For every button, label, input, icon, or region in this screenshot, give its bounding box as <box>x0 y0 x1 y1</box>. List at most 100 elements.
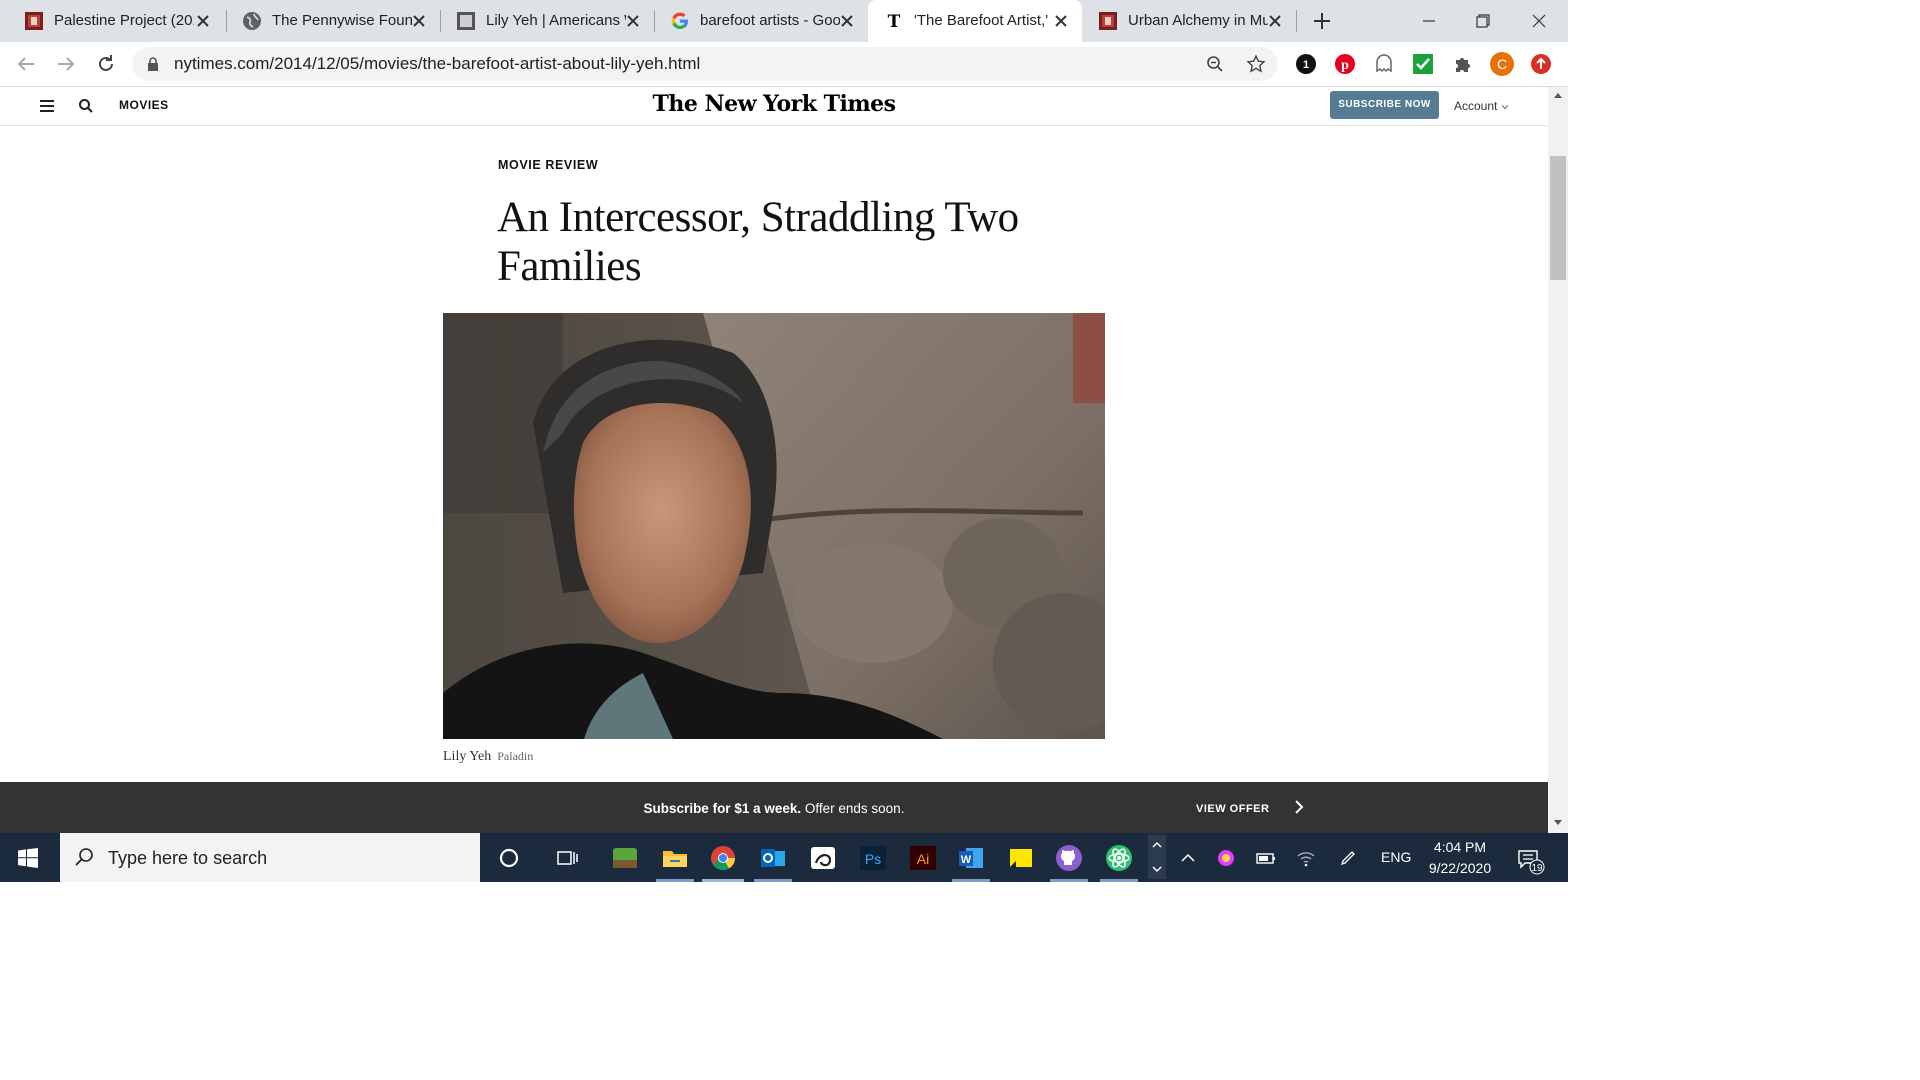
caption-text: Lily Yeh <box>443 749 492 764</box>
active-app-indicator <box>702 879 744 882</box>
scrollbar-thumb[interactable] <box>1550 156 1566 280</box>
windows-start-icon[interactable] <box>18 848 38 868</box>
nyt-header: MOVIES The New York Times SUBSCRIBE NOW … <box>0 87 1548 126</box>
color-app-tray-icon[interactable] <box>1216 848 1236 868</box>
running-indicator <box>1100 879 1138 882</box>
close-icon[interactable] <box>1052 12 1070 30</box>
cortana-icon[interactable] <box>494 843 524 873</box>
tab-separator <box>1296 10 1297 32</box>
address-bar[interactable]: nytimes.com/2014/12/05/movies/the-barefo… <box>132 47 1278 81</box>
scroll-up-arrow-icon[interactable] <box>1553 91 1563 99</box>
portrait-image <box>443 313 1105 739</box>
file-explorer-icon[interactable] <box>660 843 690 873</box>
puzzle-piece-icon[interactable] <box>1452 53 1474 75</box>
close-icon[interactable] <box>410 12 428 30</box>
snipping-tool-icon[interactable] <box>808 843 838 873</box>
reload-icon[interactable] <box>94 52 118 76</box>
nyt-favicon: T <box>888 12 901 31</box>
subscribe-banner[interactable]: Subscribe for $1 a week. Offer ends soon… <box>0 782 1548 833</box>
tab-title: Urban Alchemy in Mu <box>1128 12 1268 29</box>
taskbar-search-box[interactable]: Type here to search <box>60 833 480 882</box>
browser-toolbar: nytimes.com/2014/12/05/movies/the-barefo… <box>0 42 1568 87</box>
word-icon[interactable]: W <box>956 843 986 873</box>
vertical-scrollbar[interactable] <box>1548 87 1568 833</box>
url-text[interactable]: nytimes.com/2014/12/05/movies/the-barefo… <box>174 54 700 74</box>
profile-avatar[interactable]: C <box>1490 52 1514 76</box>
extension-badge-text: 1 <box>1303 59 1309 71</box>
red-square-favicon <box>1099 12 1117 30</box>
taskbar-scroll-arrows-icon[interactable] <box>1148 835 1166 879</box>
taskbar-search-placeholder: Type here to search <box>108 848 268 868</box>
view-offer-link[interactable]: VIEW OFFER <box>1196 803 1269 815</box>
back-arrow-icon[interactable] <box>14 52 38 76</box>
action-center-icon[interactable]: 19 <box>1516 845 1546 875</box>
tab-palestine-project[interactable]: Palestine Project (201 <box>8 0 224 42</box>
tab-urban-alchemy[interactable]: Urban Alchemy in Mu <box>1082 0 1296 42</box>
running-indicator <box>754 879 792 882</box>
account-menu[interactable]: Account <box>1454 99 1509 113</box>
svg-text:Ps: Ps <box>865 851 881 867</box>
notification-count: 19 <box>1531 863 1543 874</box>
tab-title: 'The Barefoot Artist,' <box>914 12 1049 29</box>
notification-badge-extension[interactable]: 1 <box>1295 53 1317 75</box>
google-favicon <box>671 12 688 29</box>
update-arrow-icon[interactable] <box>1530 53 1552 75</box>
tab-pennywise[interactable]: The Pennywise Found <box>226 0 440 42</box>
wifi-icon[interactable] <box>1296 848 1316 868</box>
photo-credit: Paladin <box>497 749 534 763</box>
task-view-icon[interactable] <box>552 843 582 873</box>
running-indicator <box>656 879 694 882</box>
pinterest-icon[interactable]: p <box>1334 53 1356 75</box>
scroll-down-arrow-icon[interactable] <box>1553 819 1563 827</box>
illustrator-icon[interactable]: Ai <box>908 843 938 873</box>
svg-text:W: W <box>961 854 972 866</box>
close-icon[interactable] <box>194 12 212 30</box>
bookmark-star-icon[interactable] <box>1246 54 1266 74</box>
minimize-icon[interactable] <box>1416 8 1442 34</box>
forward-arrow-icon[interactable] <box>54 52 78 76</box>
system-clock[interactable]: 4:04 PM 9/22/2020 <box>1412 837 1508 879</box>
close-icon[interactable] <box>624 12 642 30</box>
close-window-icon[interactable] <box>1526 8 1552 34</box>
sticky-notes-icon[interactable] <box>1006 843 1036 873</box>
tab-nyt-barefoot-artist[interactable]: T 'The Barefoot Artist,' <box>868 0 1082 42</box>
outlook-icon[interactable] <box>758 843 788 873</box>
chrome-icon[interactable] <box>708 843 738 873</box>
tab-title: barefoot artists - Goo <box>700 12 840 29</box>
tab-lily-yeh-americans[interactable]: Lily Yeh | Americans W <box>440 0 654 42</box>
svg-text:T: T <box>888 12 901 31</box>
ghost-extension-icon[interactable] <box>1373 53 1395 75</box>
language-indicator[interactable]: ENG <box>1381 849 1411 865</box>
zoom-icon[interactable] <box>1206 55 1224 73</box>
article-kicker: MOVIE REVIEW <box>498 158 599 172</box>
show-hidden-icons-chevron[interactable] <box>1178 848 1198 868</box>
chevron-right-icon[interactable] <box>1292 799 1306 815</box>
svg-text:Ai: Ai <box>917 851 929 867</box>
tab-title: The Pennywise Found <box>272 12 412 29</box>
nyt-masthead-logo[interactable]: The New York Times <box>0 91 1548 117</box>
lock-icon[interactable] <box>146 57 160 71</box>
new-tab-icon[interactable] <box>1310 9 1334 33</box>
banner-message: Subscribe for $1 a week. Offer ends soon… <box>0 801 1548 816</box>
pen-workspace-icon[interactable] <box>1338 848 1358 868</box>
photo-caption: Lily Yeh Paladin <box>443 749 533 765</box>
svg-text:p: p <box>1341 58 1349 73</box>
green-check-icon[interactable] <box>1412 53 1434 75</box>
minecraft-app-icon[interactable] <box>610 843 640 873</box>
close-icon[interactable] <box>838 12 856 30</box>
tab-title: Lily Yeh | Americans W <box>486 12 626 29</box>
article-photo <box>443 313 1105 739</box>
tab-google-search[interactable]: barefoot artists - Goo <box>654 0 868 42</box>
restore-icon[interactable] <box>1470 8 1496 34</box>
battery-icon[interactable] <box>1256 848 1276 868</box>
clock-time: 4:04 PM <box>1433 839 1487 855</box>
photoshop-icon[interactable]: Ps <box>858 843 888 873</box>
account-label: Account <box>1454 99 1498 113</box>
github-desktop-icon[interactable] <box>1054 843 1084 873</box>
subscribe-now-button[interactable]: SUBSCRIBE NOW <box>1330 91 1439 119</box>
banner-offer-rest: Offer ends soon. <box>801 801 905 816</box>
chevron-down-icon <box>1502 104 1509 110</box>
atom-editor-icon[interactable] <box>1104 843 1134 873</box>
framed-picture-favicon <box>457 12 475 30</box>
close-icon[interactable] <box>1266 12 1284 30</box>
